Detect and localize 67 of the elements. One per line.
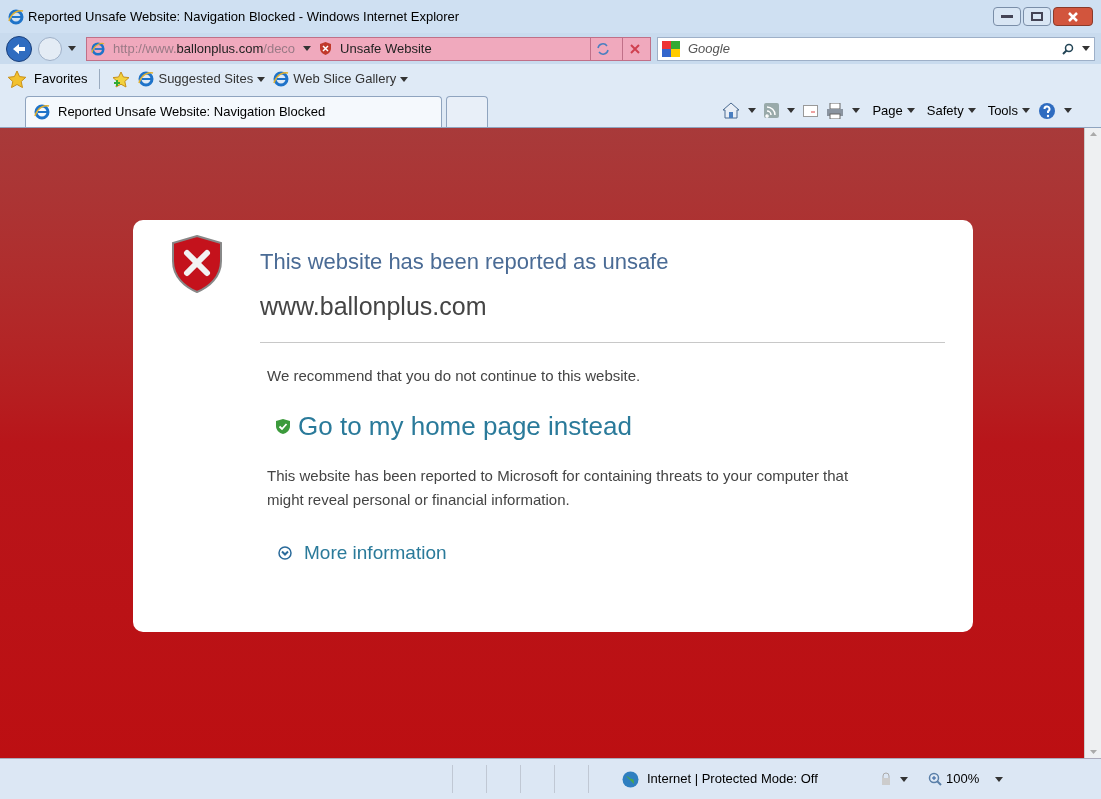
window-title: Reported Unsafe Website: Navigation Blocked - Windows Internet Explorer <box>28 7 460 26</box>
back-arrow-icon <box>12 42 26 55</box>
more-information-button[interactable]: More information <box>278 539 945 568</box>
search-box[interactable]: Google <box>657 36 1095 61</box>
shield-x-icon <box>319 42 333 55</box>
search-icon[interactable] <box>1062 42 1074 55</box>
zoom-icon[interactable] <box>928 772 942 786</box>
caret-icon <box>906 108 915 113</box>
stop-icon <box>629 43 640 54</box>
search-field[interactable]: Google <box>688 38 1054 59</box>
search-provider-icon <box>662 40 680 57</box>
zoom-level[interactable]: 100% <box>946 769 980 789</box>
globe-icon <box>622 770 639 788</box>
printer-icon[interactable] <box>826 102 845 119</box>
browser-logo-icon <box>138 71 155 87</box>
address-bar[interactable]: http://www.ballonplus.com/deco Unsafe Website <box>86 36 651 61</box>
explanation-text: This website has been reported to Microsoft for containing threats to your computer that might reveal personal or financial information. <box>267 466 850 510</box>
caret-icon <box>995 776 1004 782</box>
feed-icon[interactable] <box>764 103 780 118</box>
unsafe-status[interactable]: Unsafe Website <box>340 38 432 59</box>
security-zone-text: Internet | Protected Mode: Off <box>647 770 819 789</box>
expand-icon <box>278 546 292 561</box>
back-button[interactable] <box>6 35 32 62</box>
caret-icon <box>967 108 976 113</box>
caret-icon <box>1022 108 1030 113</box>
browser-logo-icon <box>273 71 290 87</box>
refresh-icon <box>595 42 610 55</box>
scroll-down-icon[interactable] <box>1089 750 1097 754</box>
command-menu[interactable]: Page <box>872 100 915 121</box>
close-icon <box>1068 11 1078 22</box>
caret-icon <box>1082 46 1090 51</box>
shield-x-icon <box>170 235 223 293</box>
help-icon[interactable] <box>1038 101 1056 120</box>
forward-button[interactable] <box>38 36 62 61</box>
shield-check-icon <box>276 419 290 434</box>
warning-title: This website has been reported as unsafe <box>260 248 670 276</box>
scroll-up-icon[interactable] <box>1089 132 1097 136</box>
home-icon[interactable] <box>722 102 741 119</box>
caret-icon <box>257 76 266 82</box>
browser-logo-icon <box>34 104 50 120</box>
favorites-button[interactable]: Favorites <box>34 69 88 89</box>
command-menu[interactable]: Safety <box>926 100 976 121</box>
add-favorite-icon[interactable] <box>112 70 131 88</box>
recommendation-text: We recommend that you do not continue to this website. <box>267 365 642 386</box>
browser-logo-icon <box>8 8 24 25</box>
favorites-link[interactable]: Web Slice Gallery <box>273 69 409 89</box>
caret-icon <box>68 46 76 51</box>
new-tab-button[interactable] <box>446 96 488 127</box>
caret-icon <box>748 108 757 113</box>
site-address: www.ballonplus.com <box>260 291 488 322</box>
home-page-link[interactable]: Go to my home page instead <box>276 407 945 446</box>
caret-icon <box>900 776 908 782</box>
caret-icon <box>303 46 312 51</box>
caret-icon <box>852 108 861 113</box>
maximize-button[interactable] <box>1023 7 1051 26</box>
browser-tab[interactable]: Reported Unsafe Website: Navigation Blocked <box>25 96 442 127</box>
caret-icon <box>1064 108 1072 113</box>
url-text: http://www.ballonplus.com/deco <box>113 39 296 58</box>
close-button[interactable] <box>1053 7 1093 26</box>
browser-logo-icon <box>91 41 105 56</box>
star-icon <box>8 70 26 88</box>
favorites-link[interactable]: Suggested Sites <box>138 69 266 89</box>
caret-icon <box>787 108 796 113</box>
command-menu[interactable]: Tools <box>987 100 1030 121</box>
minimize-button[interactable] <box>993 7 1021 26</box>
caret-icon <box>400 76 409 82</box>
mail-icon[interactable] <box>803 104 819 117</box>
